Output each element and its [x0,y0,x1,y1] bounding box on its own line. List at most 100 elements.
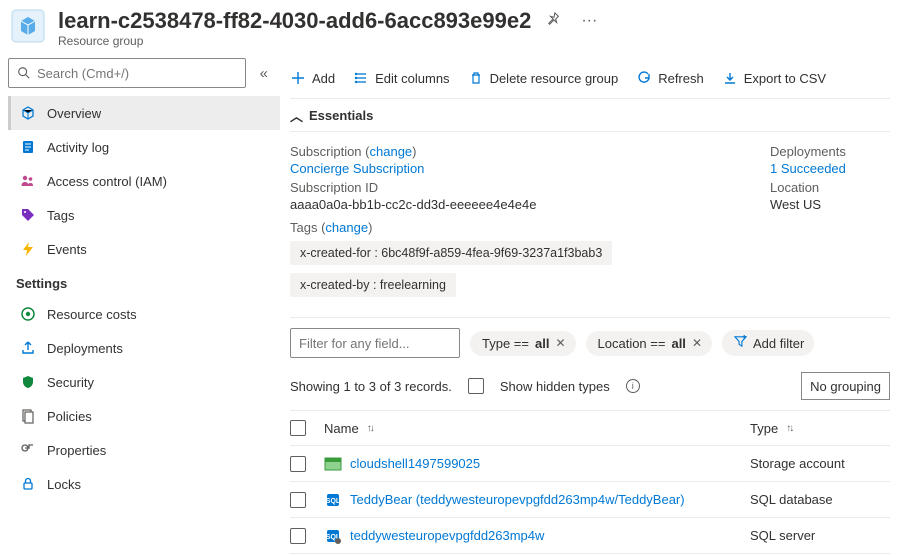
sidebar-item-access-control[interactable]: Access control (IAM) [8,164,280,198]
sidebar-item-label: Tags [47,208,74,223]
shield-icon [19,373,37,391]
columns-icon [353,70,369,86]
location-filter-pill[interactable]: Location == all ✕ [586,331,712,356]
location-label: Location [770,180,890,195]
sidebar-item-locks[interactable]: Locks [8,467,280,501]
sidebar-item-tags[interactable]: Tags [8,198,280,232]
info-icon[interactable]: i [626,379,640,393]
sidebar-item-events[interactable]: Events [8,232,280,266]
filter-plus-icon [734,335,747,351]
resource-type: SQL server [750,528,890,543]
sidebar-item-label: Resource costs [47,307,137,322]
subscription-change-link[interactable]: change [370,144,413,159]
close-icon[interactable]: ✕ [692,336,702,350]
collapse-sidebar-button[interactable]: « [256,61,272,86]
properties-icon [19,441,37,459]
sidebar-item-label: Access control (IAM) [47,174,167,189]
bolt-icon [19,240,37,258]
table-row[interactable]: SQL teddywesteuropevpgfdd263mp4w SQL ser… [290,518,890,554]
delete-button[interactable]: Delete resource group [468,70,619,86]
sidebar-item-label: Overview [47,106,101,121]
sidebar-item-deployments[interactable]: Deployments [8,331,280,365]
column-header-name[interactable]: Name ↑↓ [324,421,740,436]
sidebar-item-label: Activity log [47,140,109,155]
sidebar-item-overview[interactable]: Overview [8,96,280,130]
deployments-label: Deployments [770,144,890,159]
export-csv-button[interactable]: Export to CSV [722,70,826,86]
sort-icon: ↑↓ [367,423,373,434]
sql-server-icon: SQL [324,528,342,544]
search-icon [17,66,31,80]
sort-icon: ↑↓ [786,423,792,434]
more-button[interactable]: ··· [577,10,601,32]
subscription-id-label: Subscription ID [290,180,750,195]
sidebar-item-policies[interactable]: Policies [8,399,280,433]
cost-icon [19,305,37,323]
location-value: West US [770,197,890,212]
tag-chip[interactable]: x-created-by : freelearning [290,273,456,297]
svg-text:SQL: SQL [326,498,341,505]
sidebar-section-settings: Settings [8,266,280,297]
resources-table: Name ↑↓ Type ↑↓ cloudshell1497599025 Sto… [290,410,890,554]
records-count: Showing 1 to 3 of 3 records. [290,379,452,394]
row-checkbox[interactable] [290,456,306,472]
people-icon [19,172,37,190]
storage-account-icon [324,456,342,472]
tags-change-link[interactable]: change [325,220,368,235]
sidebar-item-security[interactable]: Security [8,365,280,399]
add-filter-button[interactable]: Add filter [722,330,814,356]
sidebar-item-activity-log[interactable]: Activity log [8,130,280,164]
refresh-button[interactable]: Refresh [636,70,704,86]
sidebar-item-label: Policies [47,409,92,424]
log-icon [19,138,37,156]
table-row[interactable]: SQL TeddyBear (teddywesteuropevpgfdd263m… [290,482,890,518]
resource-link[interactable]: teddywesteuropevpgfdd263mp4w [350,528,544,543]
resource-link[interactable]: TeddyBear (teddywesteuropevpgfdd263mp4w/… [350,492,685,507]
sidebar-item-label: Security [47,375,94,390]
show-hidden-checkbox[interactable] [468,378,484,394]
sidebar-item-properties[interactable]: Properties [8,433,280,467]
type-filter-pill[interactable]: Type == all ✕ [470,331,576,356]
cube-icon [19,104,37,122]
subscription-id-value: aaaa0a0a-bb1b-cc2c-dd3d-eeeeee4e4e4e [290,197,750,212]
refresh-icon [636,70,652,86]
edit-columns-button[interactable]: Edit columns [353,70,449,86]
grouping-select[interactable]: No grouping [801,372,890,400]
page-title: learn-c2538478-ff82-4030-add6-6acc893e99… [58,8,531,34]
resource-link[interactable]: cloudshell1497599025 [350,456,480,471]
sidebar-item-label: Locks [47,477,81,492]
pin-button[interactable] [543,10,565,33]
resource-group-icon [10,8,46,44]
row-checkbox[interactable] [290,528,306,544]
column-header-type[interactable]: Type ↑↓ [750,421,890,436]
toolbar: Add Edit columns Delete resource group R… [290,58,890,98]
filter-input[interactable] [290,328,460,358]
tags-label: Tags (change) [290,220,750,235]
sidebar-item-label: Events [47,242,87,257]
deployments-value-link[interactable]: 1 Succeeded [770,161,846,176]
essentials-section-toggle[interactable]: ︿ Essentials [290,98,890,132]
trash-icon [468,70,484,86]
deploy-icon [19,339,37,357]
sidebar-item-label: Deployments [47,341,123,356]
sql-database-icon: SQL [324,492,342,508]
sidebar-item-resource-costs[interactable]: Resource costs [8,297,280,331]
subscription-value-link[interactable]: Concierge Subscription [290,161,424,176]
sidebar-search[interactable] [8,58,246,88]
show-hidden-label: Show hidden types [500,379,610,394]
download-icon [722,70,738,86]
row-checkbox[interactable] [290,492,306,508]
sidebar-item-label: Properties [47,443,106,458]
sidebar-search-input[interactable] [37,66,237,81]
lock-icon [19,475,37,493]
page-subtitle: Resource group [58,34,890,48]
resource-type: SQL database [750,492,890,507]
add-button[interactable]: Add [290,70,335,86]
resource-type: Storage account [750,456,890,471]
close-icon[interactable]: ✕ [555,336,565,350]
tag-chip[interactable]: x-created-for : 6bc48f9f-a859-4fea-9f69-… [290,241,612,265]
plus-icon [290,70,306,86]
table-row[interactable]: cloudshell1497599025 Storage account [290,446,890,482]
select-all-checkbox[interactable] [290,420,306,436]
subscription-label: Subscription (change) [290,144,750,159]
